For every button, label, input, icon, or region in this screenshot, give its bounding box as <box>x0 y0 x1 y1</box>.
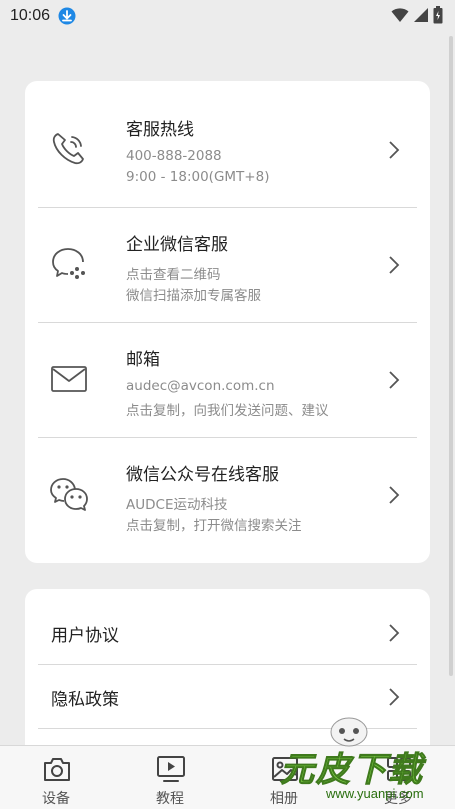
contact-line1: 点击查看二维码 <box>126 267 221 283</box>
contact-title: 微信公众号在线客服 <box>126 465 279 485</box>
watermark-logo: 元皮下载 <box>280 750 424 791</box>
watermark: 元皮下载 www.yuanpi.com <box>268 716 455 809</box>
wifi-icon <box>391 8 409 22</box>
contact-line2: 点击复制，向我们发送问题、建议 <box>126 403 329 419</box>
contact-row-hotline[interactable]: 客服热线 400-888-2088 9:00 - 18:00(GMT+8) <box>25 93 430 207</box>
contact-line2: 9:00 - 18:00(GMT+8) <box>126 169 270 185</box>
contact-line2: 微信扫描添加专属客服 <box>126 288 261 304</box>
nav-label: 设备 <box>42 791 70 807</box>
contact-line1: AUDCE运动科技 <box>126 497 228 513</box>
wechat-icon <box>50 478 88 511</box>
nav-item-device[interactable]: 设备 <box>16 746 96 809</box>
phone-icon <box>52 133 84 165</box>
contact-row-email[interactable]: 邮箱 audec@avcon.com.cn 点击复制，向我们发送问题、建议 <box>25 323 430 437</box>
status-icons <box>391 6 443 24</box>
contact-line1: 400-888-2088 <box>126 148 222 164</box>
contact-line2: 点击复制，打开微信搜索关注 <box>126 518 302 534</box>
contact-title: 邮箱 <box>126 350 160 370</box>
status-time: 10:06 <box>10 7 51 24</box>
play-icon <box>157 756 185 782</box>
wecom-icon <box>52 248 85 279</box>
nav-item-tutorial[interactable]: 教程 <box>130 746 210 809</box>
chevron-right-icon <box>389 141 400 159</box>
contact-title: 客服热线 <box>126 120 194 140</box>
contact-title: 企业微信客服 <box>126 235 228 255</box>
contact-row-wechat[interactable]: 微信公众号在线客服 AUDCE运动科技 点击复制，打开微信搜索关注 <box>25 438 430 552</box>
status-bar: 10:06 <box>0 0 455 32</box>
contact-row-wecom[interactable]: 企业微信客服 点击查看二维码 微信扫描添加专属客服 <box>25 208 430 322</box>
battery-icon <box>433 6 443 24</box>
policy-label: 隐私政策 <box>51 690 119 710</box>
chevron-right-icon <box>389 371 400 389</box>
user-agreement-row[interactable]: 用户协议 <box>25 601 430 665</box>
camera-icon <box>44 758 70 781</box>
download-notification-icon <box>58 7 76 25</box>
contact-card: 客服热线 400-888-2088 9:00 - 18:00(GMT+8) 企业… <box>25 81 430 563</box>
scrollbar[interactable] <box>449 36 453 676</box>
signal-icon <box>414 8 428 22</box>
chevron-right-icon <box>389 486 400 504</box>
chevron-right-icon <box>389 256 400 274</box>
mail-icon <box>51 366 87 392</box>
contact-line1: audec@avcon.com.cn <box>126 378 275 394</box>
nav-label: 教程 <box>156 791 184 807</box>
policy-label: 用户协议 <box>51 626 119 646</box>
chevron-right-icon <box>389 688 400 706</box>
chevron-right-icon <box>389 624 400 642</box>
watermark-url: www.yuanpi.com <box>326 786 424 801</box>
